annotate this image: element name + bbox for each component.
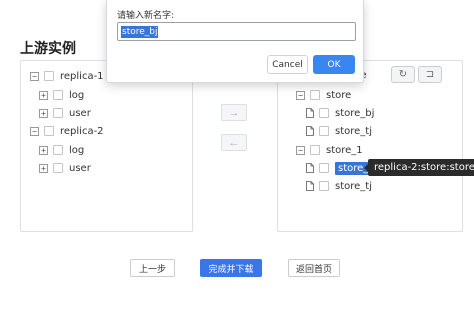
dialog-prompt: 请输入新名字: (117, 11, 175, 21)
node-label: user (69, 162, 91, 174)
collapse-toggle-icon[interactable]: − (30, 71, 39, 81)
tree-node-replica-2[interactable]: − replica-2 (30, 123, 104, 139)
node-checkbox[interactable] (44, 71, 54, 81)
move-right-button[interactable]: → (221, 104, 247, 121)
ok-button[interactable]: OK (313, 55, 355, 74)
expand-toggle-icon[interactable]: + (39, 145, 48, 155)
back-home-button[interactable]: 返回首页 (288, 259, 340, 277)
undo-icon: ⊐ (425, 69, 435, 80)
tree-node-store-tj[interactable]: store_tj (306, 123, 372, 139)
tree-node-user[interactable]: + user (39, 105, 91, 121)
node-checkbox[interactable] (319, 108, 329, 118)
node-checkbox[interactable] (319, 126, 329, 136)
tree-node-log[interactable]: + log (39, 142, 84, 158)
finish-download-button[interactable]: 完成并下载 (200, 259, 262, 277)
expand-toggle-icon[interactable]: + (39, 108, 48, 118)
file-icon (306, 163, 314, 173)
expand-toggle-icon[interactable]: + (39, 163, 48, 173)
node-label: replica-1 (60, 70, 104, 82)
rename-dialog: 请输入新名字: store_bj Cancel OK (106, 0, 364, 83)
refresh-icon: ↻ (398, 69, 408, 80)
node-label: store_1 (326, 144, 363, 156)
arrow-left-icon: ← (228, 136, 240, 149)
page: 上游实例 − replica-1 + log + user − replica-… (0, 0, 474, 310)
tree-node-store-tj[interactable]: store_tj (306, 178, 372, 194)
undo-button[interactable]: ⊐ (418, 66, 442, 83)
tree-node-user[interactable]: + user (39, 160, 91, 176)
node-checkbox[interactable] (319, 181, 329, 191)
node-checkbox[interactable] (53, 108, 63, 118)
page-title: 上游实例 (20, 41, 76, 57)
collapse-toggle-icon[interactable]: − (30, 126, 39, 136)
node-path-tooltip: replica-2:store:store_bj (364, 159, 474, 176)
file-icon (306, 108, 314, 118)
node-label: store_bj (335, 107, 375, 119)
refresh-button[interactable]: ↻ (391, 66, 415, 83)
tree-node-store[interactable]: − store (296, 87, 351, 103)
tree-node-replica-1[interactable]: − replica-1 (30, 68, 104, 84)
downstream-tree-panel: e − store store_bj store_tj − store_ (277, 60, 463, 232)
input-value-selected: store_bj (121, 25, 159, 38)
node-label: log (69, 89, 85, 101)
node-label: log (69, 144, 85, 156)
collapse-toggle-icon[interactable]: − (296, 90, 305, 100)
upstream-tree-panel: − replica-1 + log + user − replica-2 + l… (20, 60, 193, 232)
arrow-right-icon: → (228, 106, 240, 119)
tree-node-log[interactable]: + log (39, 87, 84, 103)
tree-node-store-bj[interactable]: store_bj (306, 105, 374, 121)
tree-node-store-1[interactable]: − store_1 (296, 142, 363, 158)
expand-toggle-icon[interactable]: + (39, 90, 48, 100)
node-checkbox[interactable] (310, 90, 320, 100)
collapse-toggle-icon[interactable]: − (296, 145, 305, 155)
node-label: user (69, 107, 91, 119)
node-label: replica-2 (60, 125, 104, 137)
file-icon (306, 181, 314, 191)
node-checkbox[interactable] (319, 163, 329, 173)
new-name-input[interactable]: store_bj (117, 22, 356, 41)
file-icon (306, 126, 314, 136)
node-label: store_tj (335, 125, 372, 137)
node-label: store (326, 89, 352, 101)
move-left-button[interactable]: ← (221, 134, 247, 151)
cancel-button[interactable]: Cancel (267, 55, 308, 74)
node-checkbox[interactable] (53, 145, 63, 155)
node-checkbox[interactable] (44, 126, 54, 136)
prev-step-button[interactable]: 上一步 (130, 259, 175, 277)
node-checkbox[interactable] (310, 145, 320, 155)
node-label: store_tj (335, 180, 372, 192)
node-checkbox[interactable] (53, 163, 63, 173)
node-checkbox[interactable] (53, 90, 63, 100)
